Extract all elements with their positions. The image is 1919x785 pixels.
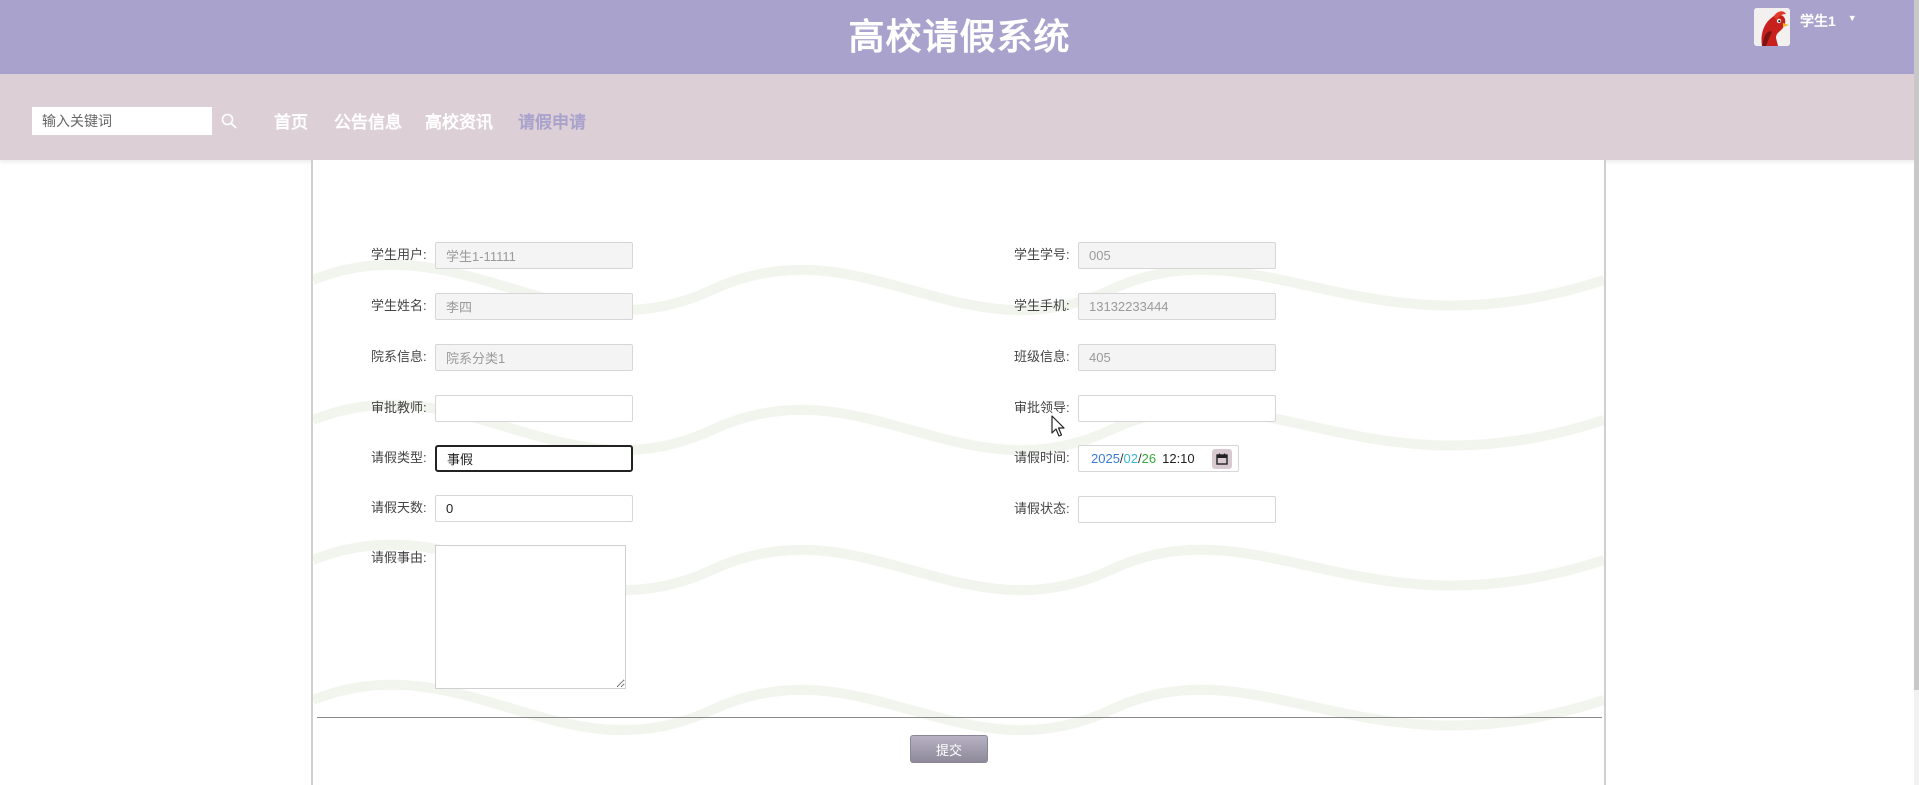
row-student-phone: 学生手机: xyxy=(1014,293,1276,320)
divider xyxy=(317,717,1602,718)
avatar[interactable] xyxy=(1754,8,1790,46)
row-class-info: 班级信息: xyxy=(1014,344,1276,371)
scrollbar-thumb[interactable] xyxy=(1914,0,1919,690)
label-student-phone: 学生手机: xyxy=(1014,298,1070,313)
date-month[interactable]: 02 xyxy=(1124,451,1138,466)
nav-bar: 首页 公告信息 高校资讯 请假申请 xyxy=(0,74,1919,160)
nav-item-news[interactable]: 高校资讯 xyxy=(425,108,493,133)
label-leave-days: 请假天数: xyxy=(371,500,427,515)
leave-days-field[interactable] xyxy=(435,495,633,522)
user-menu[interactable]: 学生1 ▼ xyxy=(1754,8,1857,46)
label-student-user: 学生用户: xyxy=(371,247,427,262)
leave-form-panel: 学生用户: 学生姓名: 院系信息: 审批教师: 请假类型: 请假天数: 请假事由… xyxy=(311,160,1606,785)
label-class-info: 班级信息: xyxy=(1014,349,1070,364)
student-phone-field[interactable] xyxy=(1078,293,1276,320)
row-leave-type: 请假类型: xyxy=(371,445,633,472)
label-approve-teacher: 审批教师: xyxy=(371,400,427,415)
date-day[interactable]: 26 xyxy=(1142,451,1156,466)
date-year[interactable]: 2025 xyxy=(1091,451,1120,466)
search-input[interactable] xyxy=(32,107,212,135)
calendar-icon xyxy=(1216,453,1228,465)
department-field[interactable] xyxy=(435,344,633,371)
class-info-field[interactable] xyxy=(1078,344,1276,371)
label-student-no: 学生学号: xyxy=(1014,247,1070,262)
label-leave-time: 请假时间: xyxy=(1014,450,1070,465)
label-student-name: 学生姓名: xyxy=(371,298,427,313)
site-title: 高校请假系统 xyxy=(848,16,1071,57)
leave-status-field[interactable] xyxy=(1078,496,1276,523)
nav-item-leave-application[interactable]: 请假申请 xyxy=(518,108,586,133)
leave-time-datetime-field[interactable]: 2025/02/26 12:10 xyxy=(1078,445,1239,472)
label-department: 院系信息: xyxy=(371,349,427,364)
nav-item-announcements[interactable]: 公告信息 xyxy=(334,108,402,133)
student-no-field[interactable] xyxy=(1078,242,1276,269)
approve-leader-field[interactable] xyxy=(1078,395,1276,422)
nav-item-home[interactable]: 首页 xyxy=(274,108,308,133)
student-name-field[interactable] xyxy=(435,293,633,320)
student-user-field[interactable] xyxy=(435,242,633,269)
top-header: 高校请假系统 学生1 ▼ xyxy=(0,0,1919,74)
label-leave-status: 请假状态: xyxy=(1014,501,1070,516)
chevron-down-icon[interactable]: ▼ xyxy=(1848,13,1857,23)
row-leave-days: 请假天数: xyxy=(371,495,633,522)
calendar-button[interactable] xyxy=(1212,449,1232,469)
submit-button[interactable]: 提交 xyxy=(910,735,988,763)
row-student-no: 学生学号: xyxy=(1014,242,1276,269)
row-approve-teacher: 审批教师: xyxy=(371,395,633,422)
mouse-cursor-icon xyxy=(1051,415,1065,437)
label-leave-type: 请假类型: xyxy=(371,450,427,465)
row-leave-reason: 请假事由: xyxy=(371,545,626,689)
row-leave-time: 请假时间: 2025/02/26 12:10 xyxy=(1014,445,1239,472)
search-icon[interactable] xyxy=(220,112,238,130)
approve-teacher-field[interactable] xyxy=(435,395,633,422)
label-approve-leader: 审批领导: xyxy=(1014,400,1070,415)
leave-reason-textarea[interactable] xyxy=(435,545,626,689)
username[interactable]: 学生1 xyxy=(1800,11,1836,31)
leave-type-field[interactable] xyxy=(435,445,633,472)
date-time[interactable]: 12:10 xyxy=(1162,451,1195,466)
label-leave-reason: 请假事由: xyxy=(371,550,427,565)
row-student-user: 学生用户: xyxy=(371,242,633,269)
row-student-name: 学生姓名: xyxy=(371,293,633,320)
avatar-bird-icon xyxy=(1754,8,1790,46)
row-leave-status: 请假状态: xyxy=(1014,496,1276,523)
row-department: 院系信息: xyxy=(371,344,633,371)
